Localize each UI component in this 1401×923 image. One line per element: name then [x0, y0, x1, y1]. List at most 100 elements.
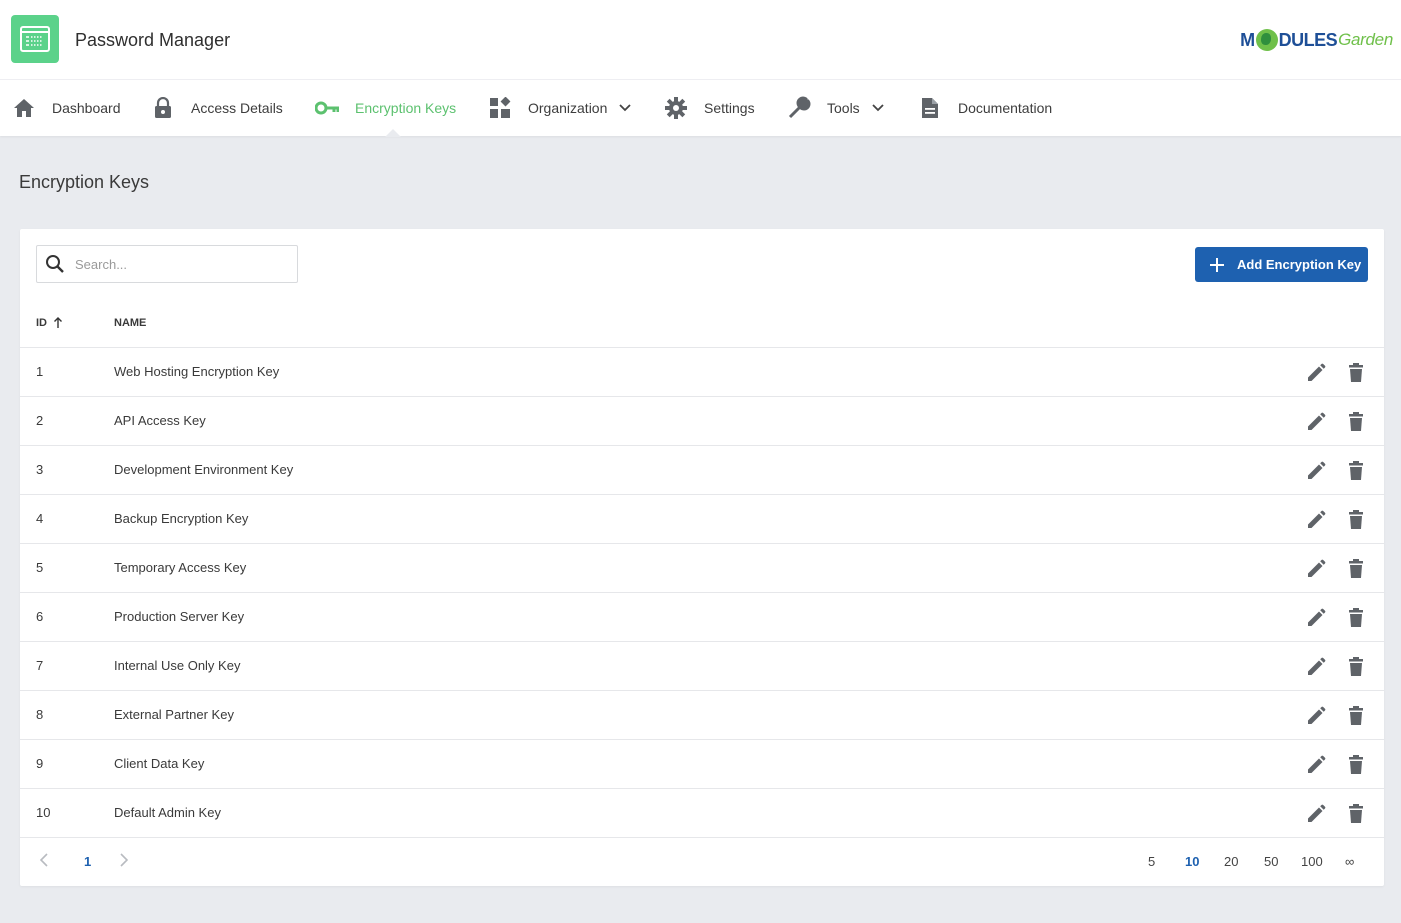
active-tab-indicator: [385, 129, 401, 137]
edit-icon[interactable]: [1304, 557, 1328, 581]
edit-icon[interactable]: [1304, 361, 1328, 385]
table-row: 6 Production Server Key: [20, 593, 1384, 642]
wrench-icon: [787, 96, 811, 120]
nav-label: Dashboard: [52, 100, 121, 116]
trash-icon[interactable]: [1344, 753, 1368, 777]
key-icon: [315, 96, 339, 120]
gear-icon: [664, 96, 688, 120]
row-id: 1: [36, 364, 44, 379]
column-header-label: ID: [36, 317, 47, 329]
document-icon: [918, 96, 942, 120]
row-id: 3: [36, 462, 44, 477]
trash-icon[interactable]: [1344, 557, 1368, 581]
row-name: Temporary Access Key: [114, 560, 247, 575]
nav-item-dashboard[interactable]: Dashboard: [12, 80, 121, 136]
row-id: 7: [36, 658, 44, 673]
trash-icon[interactable]: [1344, 802, 1368, 826]
nav-item-organization[interactable]: Organization: [488, 80, 632, 136]
search-icon: [45, 254, 65, 274]
trash-icon[interactable]: [1344, 410, 1368, 434]
edit-icon[interactable]: [1304, 704, 1328, 728]
trash-icon[interactable]: [1344, 459, 1368, 483]
nav-item-settings[interactable]: Settings: [664, 80, 755, 136]
widgets-icon: [488, 96, 512, 120]
nav-label: Access Details: [191, 100, 283, 116]
nav-item-access-details[interactable]: Access Details: [151, 80, 283, 136]
app-title: Password Manager: [75, 30, 231, 50]
nav-label: Settings: [704, 100, 755, 116]
table-row: 9 Client Data Key: [20, 740, 1384, 789]
trash-icon[interactable]: [1344, 606, 1368, 630]
main-nav: Dashboard Access Details Encryption Keys…: [0, 80, 1401, 136]
table-row: 8 External Partner Key: [20, 691, 1384, 740]
app-logo-icon[interactable]: [11, 15, 59, 63]
table-row: 5 Temporary Access Key: [20, 544, 1384, 593]
page-size-option-selected[interactable]: 10: [1185, 854, 1199, 869]
search-box[interactable]: [36, 245, 298, 283]
column-header-name[interactable]: NAME: [114, 317, 146, 329]
search-input[interactable]: [75, 256, 275, 272]
column-header-id[interactable]: ID: [36, 317, 63, 329]
row-id: 10: [36, 805, 51, 820]
row-name: Production Server Key: [114, 609, 245, 624]
table-row: 3 Development Environment Key: [20, 446, 1384, 495]
globe-icon: [1255, 29, 1278, 51]
row-id: 4: [36, 511, 44, 526]
trash-icon[interactable]: [1344, 508, 1368, 532]
edit-icon[interactable]: [1304, 459, 1328, 483]
row-name: Internal Use Only Key: [114, 658, 241, 673]
current-page-number[interactable]: 1: [84, 854, 91, 869]
trash-icon[interactable]: [1344, 361, 1368, 385]
edit-icon[interactable]: [1304, 655, 1328, 679]
nav-item-documentation[interactable]: Documentation: [918, 80, 1052, 136]
row-name: Client Data Key: [114, 756, 205, 771]
table-row: 2 API Access Key: [20, 397, 1384, 446]
nav-label: Tools: [827, 100, 860, 116]
edit-icon[interactable]: [1304, 753, 1328, 777]
page-size-option[interactable]: 100: [1301, 854, 1323, 869]
prev-page-icon[interactable]: [39, 853, 48, 870]
page-size-option[interactable]: 50: [1264, 854, 1278, 869]
table-row: 10 Default Admin Key: [20, 789, 1384, 838]
brand-text-prefix: M: [1240, 29, 1255, 50]
row-id: 2: [36, 413, 44, 428]
chevron-down-icon: [872, 104, 884, 112]
trash-icon[interactable]: [1344, 655, 1368, 679]
page-title: Encryption Keys: [19, 172, 150, 192]
nav-item-encryption-keys[interactable]: Encryption Keys: [315, 80, 456, 136]
top-bar: Password Manager M DULES Garden: [0, 0, 1401, 80]
page-size-option-all[interactable]: ∞: [1345, 854, 1354, 869]
row-name: Backup Encryption Key: [114, 511, 249, 526]
pagination: 1 5 10 20 50 100 ∞: [20, 838, 1384, 886]
edit-icon[interactable]: [1304, 410, 1328, 434]
trash-icon[interactable]: [1344, 704, 1368, 728]
nav-label: Encryption Keys: [355, 100, 457, 116]
page-size-option[interactable]: 20: [1224, 854, 1238, 869]
sort-ascending-icon: [53, 317, 63, 329]
edit-icon[interactable]: [1304, 508, 1328, 532]
table-row: 4 Backup Encryption Key: [20, 495, 1384, 544]
row-name: External Partner Key: [114, 707, 234, 722]
row-id: 6: [36, 609, 44, 624]
home-icon: [12, 96, 36, 120]
plus-icon: [1209, 257, 1225, 273]
lock-icon: [151, 96, 175, 120]
table-row: 1 Web Hosting Encryption Key: [20, 348, 1384, 397]
table-body: 1 Web Hosting Encryption Key 2 API Access K…: [20, 348, 1384, 838]
row-id: 9: [36, 756, 44, 771]
row-name: Default Admin Key: [114, 805, 221, 820]
row-name: Web Hosting Encryption Key: [114, 364, 280, 379]
add-button-label: Add Encryption Key: [1237, 257, 1362, 272]
table-header: ID NAME: [20, 301, 1384, 348]
nav-label: Documentation: [958, 100, 1053, 116]
edit-icon[interactable]: [1304, 606, 1328, 630]
modulesgarden-logo[interactable]: M DULES Garden: [1240, 26, 1393, 54]
page-size-option[interactable]: 5: [1148, 854, 1155, 869]
row-id: 5: [36, 560, 44, 575]
nav-item-tools[interactable]: Tools: [787, 80, 884, 136]
brand-text-mid: DULES: [1278, 29, 1338, 50]
next-page-icon[interactable]: [120, 853, 129, 870]
edit-icon[interactable]: [1304, 802, 1328, 826]
chevron-down-icon: [619, 104, 632, 112]
add-encryption-key-button[interactable]: Add Encryption Key: [1195, 247, 1368, 282]
